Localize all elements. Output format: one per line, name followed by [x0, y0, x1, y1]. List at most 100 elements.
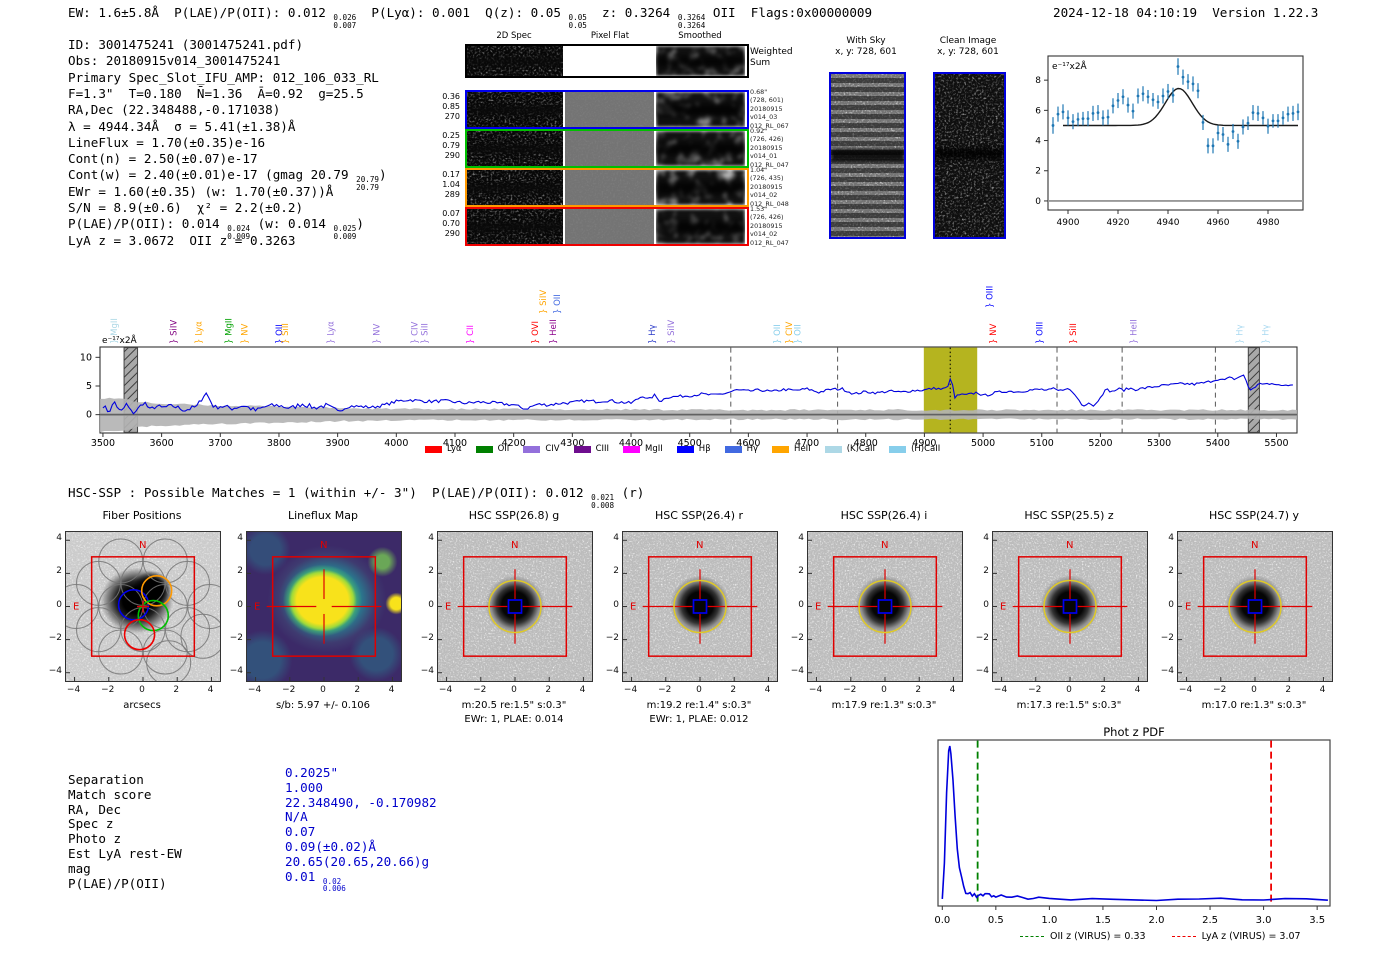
spec2d-segment — [656, 209, 745, 244]
cutout-overlay: NE — [623, 539, 769, 681]
info-line: Primary Spec_Slot_IFU_AMP: 012_106_033_R… — [68, 69, 379, 85]
spec2d-segment — [565, 131, 654, 166]
x-tick-label: 2 — [915, 685, 922, 695]
spec2d-dark-band — [467, 56, 563, 66]
noise-image — [565, 170, 654, 205]
y-tick-label: −2 — [1160, 632, 1174, 643]
cutout-panel-hsc: HSC SSP(24.7) y N E −4 −4 −2 −2 0 0 2 2 4 4 m:17.0 re… — [1132, 505, 1382, 737]
x-tick-label: 0 — [1066, 685, 1072, 695]
info-line: λ = 4944.34Å σ = 5.41(±1.38)Å — [68, 118, 296, 134]
axis-tick-marks — [438, 539, 584, 681]
cutout-overlay: NE — [66, 538, 220, 681]
spec2d-dark-band — [656, 181, 745, 195]
legend-label: CIV — [545, 444, 560, 454]
svg-text:1.0: 1.0 — [1041, 915, 1057, 926]
emission-line-label: } Hγ — [648, 324, 658, 344]
photz-legend: OII z (VIRUS) = 0.33 LyA z (VIRUS) = 3.07 — [1020, 931, 1301, 942]
match-value: 0.09(±0.02)Å — [285, 839, 376, 854]
clean-dark-band — [935, 148, 1004, 159]
super-sub-fraction: 0.025 0.009 — [333, 224, 357, 242]
svg-text:1.5: 1.5 — [1095, 915, 1111, 926]
compass-north: N — [696, 540, 703, 551]
emission-line-label: } NV — [989, 324, 999, 344]
elixer-detection-report: EW: 1.6±5.8Å P(LAE)/P(OII): 0.012 0.026 0… — [0, 0, 1400, 953]
spec2d-segment — [656, 170, 745, 205]
axis-tick-marks — [808, 539, 954, 681]
super-sub-fraction: 0.02 0.006 — [322, 876, 346, 894]
emission-line-label: } NV — [372, 324, 382, 344]
y-tick-label: 0 — [798, 599, 804, 610]
legend-label: Hβ — [698, 444, 711, 454]
svg-text:5300: 5300 — [1147, 438, 1171, 446]
spec2d-row — [465, 207, 749, 246]
match-value: 20.65(20.65,20.66)g — [285, 853, 430, 869]
x-tick-label: 2 — [173, 685, 180, 695]
info-line: LineFlux = 1.70(±0.35)e-16 — [68, 134, 266, 150]
y-tick-label: −2 — [420, 632, 434, 643]
svg-text:4000: 4000 — [384, 438, 408, 446]
with-sky-image — [829, 72, 906, 239]
spec2d-dark-band — [467, 182, 563, 194]
svg-text:5000: 5000 — [971, 438, 995, 446]
svg-text:4960: 4960 — [1207, 218, 1230, 228]
emission-line-label: } Lyα — [327, 321, 337, 344]
legend-swatch — [523, 445, 541, 453]
info-line: Obs: 20180915v014_3001475241 — [68, 53, 281, 69]
y-tick-label: 4 — [983, 533, 989, 544]
emission-line-label: } MgII — [110, 318, 120, 344]
selected-fiber-circle — [123, 618, 156, 651]
compass-north: N — [1066, 540, 1073, 551]
noise-image — [565, 92, 654, 127]
emission-line-label: } CIV — [411, 321, 421, 344]
svg-text:4940: 4940 — [1157, 218, 1180, 228]
cutout-image: NE — [246, 531, 402, 682]
emission-line-label: } SiII — [420, 323, 430, 344]
cutout-overlay: NE — [438, 539, 584, 681]
svg-text:0.5: 0.5 — [988, 915, 1004, 926]
x-tick-label: 0 — [881, 685, 887, 695]
spec2d-row-weights: 0.17 1.04 289 — [442, 170, 460, 199]
spec2d-dark-band — [467, 104, 563, 116]
emission-line-label: } OVI — [531, 321, 541, 344]
clean-image — [933, 72, 1006, 239]
svg-text:4: 4 — [1035, 137, 1041, 147]
legend-label: OII z (VIRUS) = 0.33 — [1050, 931, 1146, 942]
emission-line-label: } NV — [240, 324, 250, 344]
info-line: RA,Dec (22.348488,-0.171038) — [68, 102, 281, 118]
spec2d-row-weights: 0.07 0.70 290 — [442, 209, 460, 238]
spec2d-row-annotation: 1.53" (726, 426) 20180915 v014_02 012_RL_047 — [750, 205, 789, 247]
emission-line-label: } OII — [794, 324, 804, 344]
spec2d-dark-band — [656, 220, 745, 234]
photz-pdf-chart: Phot z PDF 0.0 0.5 1.0 1.5 2.0 2.5 3.0 3.5 — [934, 726, 1331, 926]
legend-item: Lyα — [425, 444, 462, 454]
y-tick-label: 0 — [428, 599, 434, 610]
legend-dash-swatch — [1171, 936, 1196, 937]
legend-swatch — [824, 445, 842, 453]
y-tick-label: 2 — [237, 566, 243, 577]
svg-text:6: 6 — [1035, 106, 1041, 116]
svg-text:3900: 3900 — [326, 438, 350, 446]
sky-dark-band — [831, 149, 904, 161]
y-tick-label: 4 — [1168, 533, 1174, 544]
y-tick-label: 4 — [56, 533, 62, 544]
spec2d-row — [465, 129, 749, 168]
match-label: P(LAE)/P(OII) — [68, 875, 167, 891]
legend-item: CIV — [523, 444, 560, 454]
x-tick-label: −2 — [282, 685, 296, 695]
legend-dash-swatch — [1020, 936, 1044, 937]
x-tick-label: −4 — [993, 685, 1008, 695]
y-tick-label: 4 — [613, 533, 619, 544]
y-tick-label: 2 — [613, 566, 619, 577]
x-tick-label: 0 — [139, 685, 145, 695]
x-tick-label: −2 — [658, 685, 672, 695]
info-line: F=1.3" T=0.180 N̄=1.36 Ā=0.92 g=25.5 — [68, 85, 364, 101]
legend-label: HeII — [794, 444, 811, 454]
match-value: 0.2025" — [285, 765, 339, 780]
emission-line-labels: } MgII} SiIV} Lyα} MgII} NV} OII} SiII} … — [110, 286, 1271, 344]
legend-item: Hγ — [724, 444, 758, 454]
svg-text:10: 10 — [80, 352, 92, 363]
y-tick-label: −2 — [48, 632, 62, 643]
sky-panel-title: Clean Image — [939, 36, 997, 46]
weighted-sum-label: Weighted Sum — [750, 47, 793, 68]
y-tick-label: 0 — [983, 599, 989, 610]
